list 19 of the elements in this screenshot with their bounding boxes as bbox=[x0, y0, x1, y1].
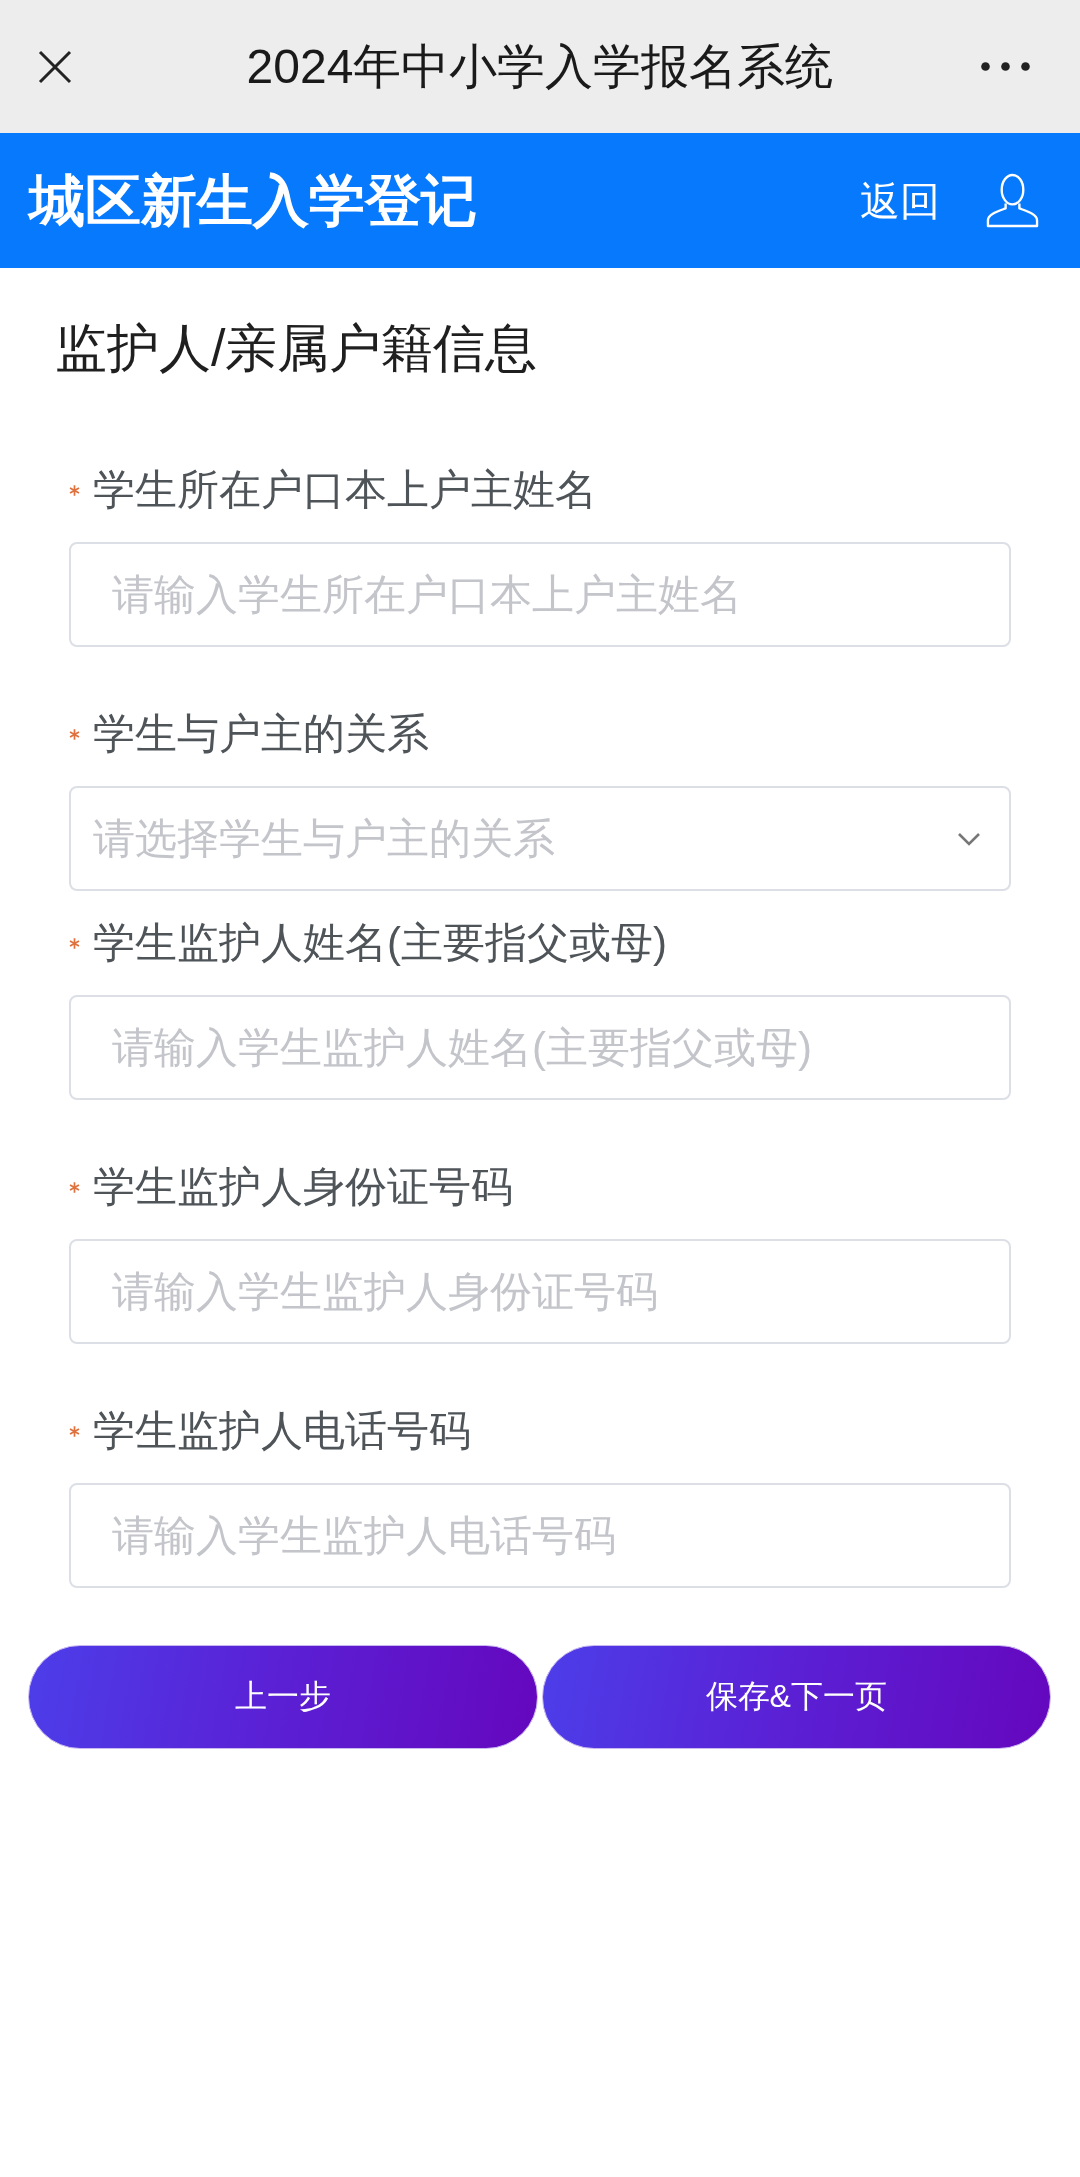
section-title: 监护人/亲属户籍信息 bbox=[55, 318, 538, 378]
previous-button[interactable]: 上一步 bbox=[28, 1645, 538, 1749]
chevron-down-icon bbox=[957, 831, 981, 846]
field-label: 学生监护人姓名(主要指父或母) bbox=[93, 918, 667, 968]
back-link[interactable]: 返回 bbox=[860, 175, 940, 226]
close-icon[interactable] bbox=[38, 49, 72, 84]
window-title: 2024年中小学入学报名系统 bbox=[246, 38, 834, 95]
text-input[interactable]: 请输入学生监护人姓名(主要指父或母) bbox=[69, 995, 1011, 1100]
header-title: 城区新生入学登记 bbox=[29, 168, 477, 233]
text-input[interactable]: 请输入学生监护人身份证号码 bbox=[69, 1239, 1011, 1344]
field-label: 学生所在户口本上户主姓名 bbox=[93, 465, 597, 515]
field-label: 学生与户主的关系 bbox=[93, 709, 429, 759]
more-icon[interactable] bbox=[981, 62, 1030, 71]
text-input[interactable]: 请输入学生监护人电话号码 bbox=[69, 1483, 1011, 1588]
save-next-button[interactable]: 保存&下一页 bbox=[541, 1645, 1051, 1749]
field-label: 学生监护人电话号码 bbox=[93, 1406, 471, 1456]
field-label: 学生监护人身份证号码 bbox=[93, 1162, 513, 1212]
text-input[interactable]: 请输入学生所在户口本上户主姓名 bbox=[69, 542, 1011, 647]
user-icon[interactable] bbox=[985, 173, 1040, 228]
